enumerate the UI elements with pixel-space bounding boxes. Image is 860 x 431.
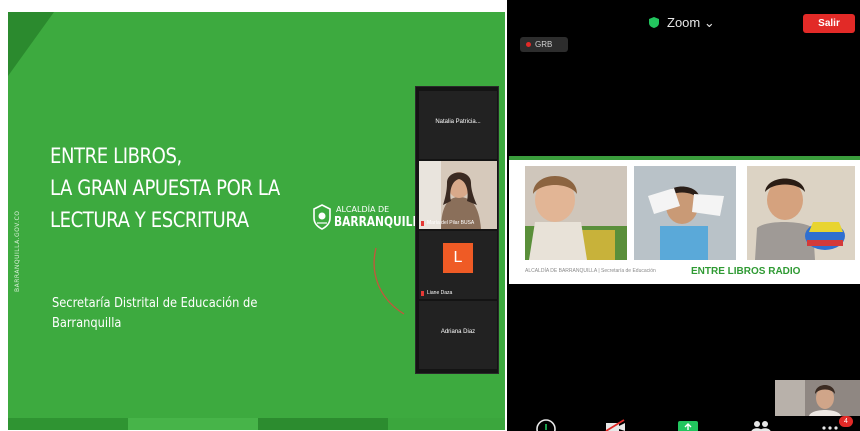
participant-tile[interactable]: María del Pilar BUSA bbox=[419, 161, 497, 229]
leave-button[interactable]: Salir bbox=[803, 14, 855, 33]
slide-vertical-url: BARRANQUILLA.GOV.CO bbox=[14, 210, 21, 292]
zoom-window: Zoom ⌄ Salir GRB ALCALDÍA DE BARRANQUILL… bbox=[507, 0, 860, 431]
child-painting-image bbox=[525, 166, 627, 260]
participant-count-badge: 4 bbox=[839, 416, 853, 427]
share-title: ENTRE LIBROS RADIO bbox=[691, 266, 801, 277]
mic-muted-icon bbox=[421, 291, 424, 296]
strip-segment bbox=[258, 418, 388, 430]
record-dot-icon bbox=[526, 42, 531, 47]
barranquilla-logo: ALCALDÍA DE BARRANQUILLA bbox=[312, 202, 427, 246]
shared-photo bbox=[747, 166, 855, 260]
slide-subtitle-line: Barranquilla bbox=[52, 316, 122, 331]
zoom-brand-label: Zoom bbox=[667, 15, 701, 30]
more-icon[interactable] bbox=[819, 418, 841, 431]
slide-title-line: LECTURA Y ESCRITURA bbox=[50, 208, 249, 232]
strip-segment bbox=[128, 418, 258, 430]
participants-icon[interactable] bbox=[750, 418, 772, 431]
slide-title: ENTRE LIBROS, LA GRAN APUESTA POR LA LEC… bbox=[50, 140, 308, 236]
participants-panel: Natalia Patricia... María del Pilar BUSA… bbox=[415, 86, 499, 374]
shared-photo bbox=[634, 166, 736, 260]
slide-title-line: ENTRE LIBROS, bbox=[50, 144, 182, 168]
meeting-toolbar: 4 bbox=[507, 416, 860, 431]
participant-video bbox=[419, 161, 497, 229]
participant-name: Adriana Diaz bbox=[440, 329, 476, 335]
participant-tile[interactable]: Natalia Patricia... bbox=[419, 91, 497, 159]
share-top-line bbox=[509, 156, 860, 160]
recording-label: GRB bbox=[535, 40, 553, 49]
shared-photo bbox=[525, 166, 627, 260]
logo-small-text: ALCALDÍA DE bbox=[336, 205, 390, 214]
share-screen-icon[interactable] bbox=[677, 418, 699, 431]
participant-name: María del Pilar BUSA bbox=[427, 220, 475, 226]
mic-muted-icon bbox=[421, 221, 424, 226]
audio-icon[interactable] bbox=[535, 418, 557, 431]
strip-segment bbox=[388, 418, 505, 430]
presentation-slide: BARRANQUILLA.GOV.CO ENTRE LIBROS, LA GRA… bbox=[8, 12, 505, 430]
recording-indicator: GRB bbox=[520, 37, 568, 52]
slide-subtitle-line: Secretaría Distrital de Educación de bbox=[52, 296, 258, 311]
self-view-image bbox=[775, 380, 860, 416]
participant-name: Liane Daza bbox=[427, 290, 453, 296]
shield-logo-icon bbox=[313, 204, 331, 230]
child-with-craft-image bbox=[747, 166, 855, 260]
participant-tile[interactable]: Adriana Diaz bbox=[419, 301, 497, 369]
strip-segment bbox=[8, 418, 128, 430]
slide-title-line: LA GRAN APUESTA POR LA bbox=[50, 176, 280, 200]
self-view-video[interactable] bbox=[775, 380, 860, 416]
slide-subtitle: Secretaría Distrital de Educación de Bar… bbox=[52, 294, 281, 334]
shared-screen: ALCALDÍA DE BARRANQUILLA | Secretaría de… bbox=[509, 156, 860, 284]
security-shield-icon bbox=[649, 17, 659, 28]
share-footer-logo: ALCALDÍA DE BARRANQUILLA | Secretaría de… bbox=[525, 268, 656, 274]
participant-tile[interactable]: L Liane Daza bbox=[419, 231, 497, 299]
child-with-paper-image bbox=[634, 166, 736, 260]
video-off-icon[interactable] bbox=[604, 418, 626, 431]
chevron-down-icon: ⌄ bbox=[703, 15, 715, 30]
slide-bottom-strip bbox=[8, 418, 505, 430]
participant-avatar: L bbox=[443, 243, 473, 273]
participant-name: Natalia Patricia... bbox=[435, 119, 481, 125]
slide-corner-shape bbox=[8, 12, 54, 76]
logo-big-text: BARRANQUILLA bbox=[334, 215, 428, 230]
